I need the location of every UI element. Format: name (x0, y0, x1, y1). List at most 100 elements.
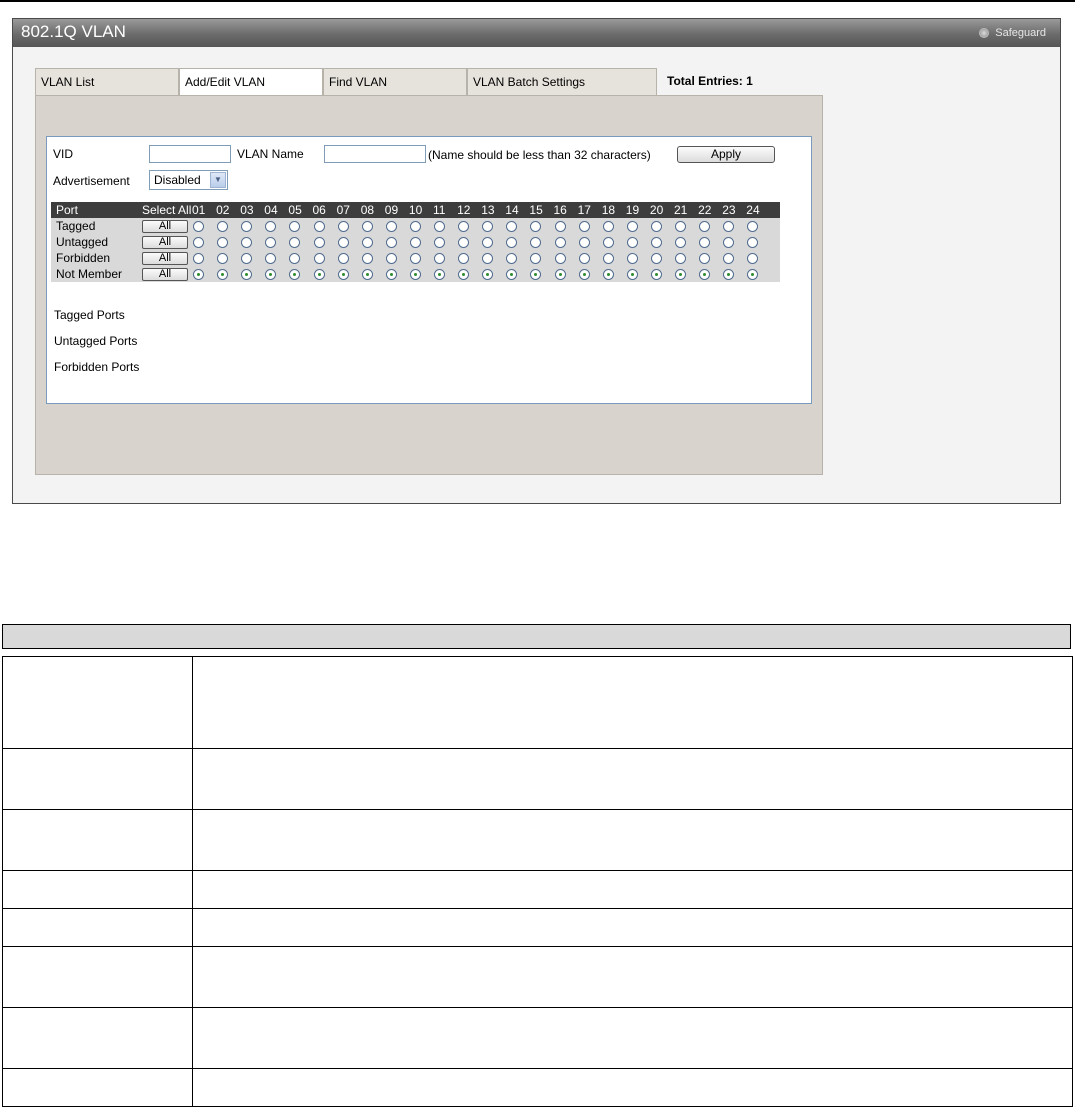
port-radio-24[interactable] (747, 221, 759, 232)
vlan-name-input[interactable] (324, 145, 426, 163)
vid-input[interactable] (149, 145, 231, 163)
select-all-button[interactable]: All (142, 236, 188, 249)
port-radio-16[interactable] (554, 221, 566, 232)
select-all-button[interactable]: All (142, 220, 188, 233)
port-radio-18[interactable] (602, 237, 614, 248)
port-radio-18[interactable] (602, 221, 614, 232)
port-radio-03[interactable] (241, 237, 253, 248)
port-radio-22[interactable] (699, 269, 711, 280)
select-all-button[interactable]: All (142, 268, 188, 281)
port-radio-10[interactable] (409, 253, 421, 264)
port-radio-09[interactable] (385, 253, 397, 264)
port-radio-07[interactable] (337, 237, 349, 248)
port-radio-03[interactable] (241, 253, 253, 264)
port-radio-04[interactable] (265, 253, 277, 264)
port-radio-14[interactable] (506, 221, 518, 232)
port-radio-19[interactable] (626, 269, 638, 280)
port-radio-03[interactable] (241, 221, 253, 232)
port-radio-07[interactable] (337, 253, 349, 264)
port-radio-17[interactable] (578, 269, 590, 280)
port-radio-20[interactable] (650, 269, 662, 280)
port-radio-21[interactable] (675, 253, 686, 264)
port-radio-08[interactable] (361, 253, 373, 264)
port-radio-02[interactable] (217, 221, 229, 232)
port-radio-04[interactable] (265, 269, 277, 280)
port-radio-21[interactable] (675, 237, 686, 248)
port-radio-18[interactable] (602, 253, 614, 264)
port-radio-13[interactable] (482, 253, 494, 264)
port-radio-15[interactable] (530, 253, 542, 264)
port-radio-06[interactable] (313, 237, 325, 248)
port-radio-22[interactable] (699, 221, 711, 232)
port-radio-15[interactable] (530, 269, 542, 280)
port-radio-08[interactable] (361, 269, 373, 280)
port-radio-05[interactable] (289, 253, 301, 264)
port-radio-07[interactable] (337, 221, 349, 232)
port-radio-09[interactable] (385, 269, 397, 280)
port-radio-23[interactable] (723, 269, 735, 280)
port-radio-08[interactable] (361, 221, 373, 232)
port-radio-23[interactable] (723, 221, 735, 232)
port-radio-06[interactable] (313, 221, 325, 232)
safeguard-indicator[interactable]: Safeguard (979, 27, 1046, 39)
port-radio-23[interactable] (723, 253, 735, 264)
port-radio-11[interactable] (434, 269, 445, 280)
port-radio-17[interactable] (578, 253, 590, 264)
port-radio-14[interactable] (506, 237, 518, 248)
port-radio-05[interactable] (289, 221, 301, 232)
advertisement-select[interactable]: Disabled ▼ (149, 170, 228, 190)
port-radio-18[interactable] (602, 269, 614, 280)
port-radio-05[interactable] (289, 269, 301, 280)
port-radio-02[interactable] (217, 237, 229, 248)
port-radio-11[interactable] (434, 221, 445, 232)
port-radio-16[interactable] (554, 253, 566, 264)
port-radio-01[interactable] (193, 221, 204, 232)
port-radio-09[interactable] (385, 221, 397, 232)
port-radio-10[interactable] (409, 237, 421, 248)
port-radio-05[interactable] (289, 237, 301, 248)
tab-find-vlan[interactable]: Find VLAN (323, 68, 467, 95)
select-all-button[interactable]: All (142, 252, 188, 265)
port-radio-17[interactable] (578, 221, 590, 232)
port-radio-13[interactable] (482, 221, 494, 232)
port-radio-20[interactable] (650, 253, 662, 264)
port-radio-06[interactable] (313, 253, 325, 264)
port-radio-02[interactable] (217, 253, 229, 264)
port-radio-07[interactable] (337, 269, 349, 280)
port-radio-06[interactable] (313, 269, 325, 280)
port-radio-12[interactable] (458, 253, 470, 264)
port-radio-15[interactable] (530, 221, 542, 232)
port-radio-13[interactable] (482, 237, 494, 248)
port-radio-21[interactable] (675, 269, 686, 280)
port-radio-04[interactable] (265, 221, 277, 232)
port-radio-14[interactable] (506, 269, 518, 280)
port-radio-01[interactable] (193, 269, 204, 280)
port-radio-10[interactable] (409, 221, 421, 232)
port-radio-08[interactable] (361, 237, 373, 248)
port-radio-01[interactable] (193, 253, 204, 264)
port-radio-12[interactable] (458, 221, 470, 232)
port-radio-16[interactable] (554, 269, 566, 280)
port-radio-10[interactable] (409, 269, 421, 280)
port-radio-12[interactable] (458, 237, 470, 248)
port-radio-13[interactable] (482, 269, 494, 280)
port-radio-11[interactable] (434, 253, 445, 264)
port-radio-03[interactable] (241, 269, 253, 280)
port-radio-04[interactable] (265, 237, 277, 248)
port-radio-22[interactable] (699, 253, 711, 264)
port-radio-23[interactable] (723, 237, 735, 248)
port-radio-22[interactable] (699, 237, 711, 248)
port-radio-02[interactable] (217, 269, 229, 280)
port-radio-09[interactable] (385, 237, 397, 248)
port-radio-24[interactable] (747, 253, 759, 264)
port-radio-19[interactable] (626, 221, 638, 232)
tab-vlan-list[interactable]: VLAN List (35, 68, 179, 95)
port-radio-11[interactable] (434, 237, 445, 248)
port-radio-14[interactable] (506, 253, 518, 264)
port-radio-01[interactable] (193, 237, 204, 248)
tab-vlan-batch-settings[interactable]: VLAN Batch Settings (467, 68, 657, 95)
tab-add-edit-vlan[interactable]: Add/Edit VLAN (179, 68, 323, 96)
port-radio-19[interactable] (626, 237, 638, 248)
port-radio-19[interactable] (626, 253, 638, 264)
port-radio-15[interactable] (530, 237, 542, 248)
